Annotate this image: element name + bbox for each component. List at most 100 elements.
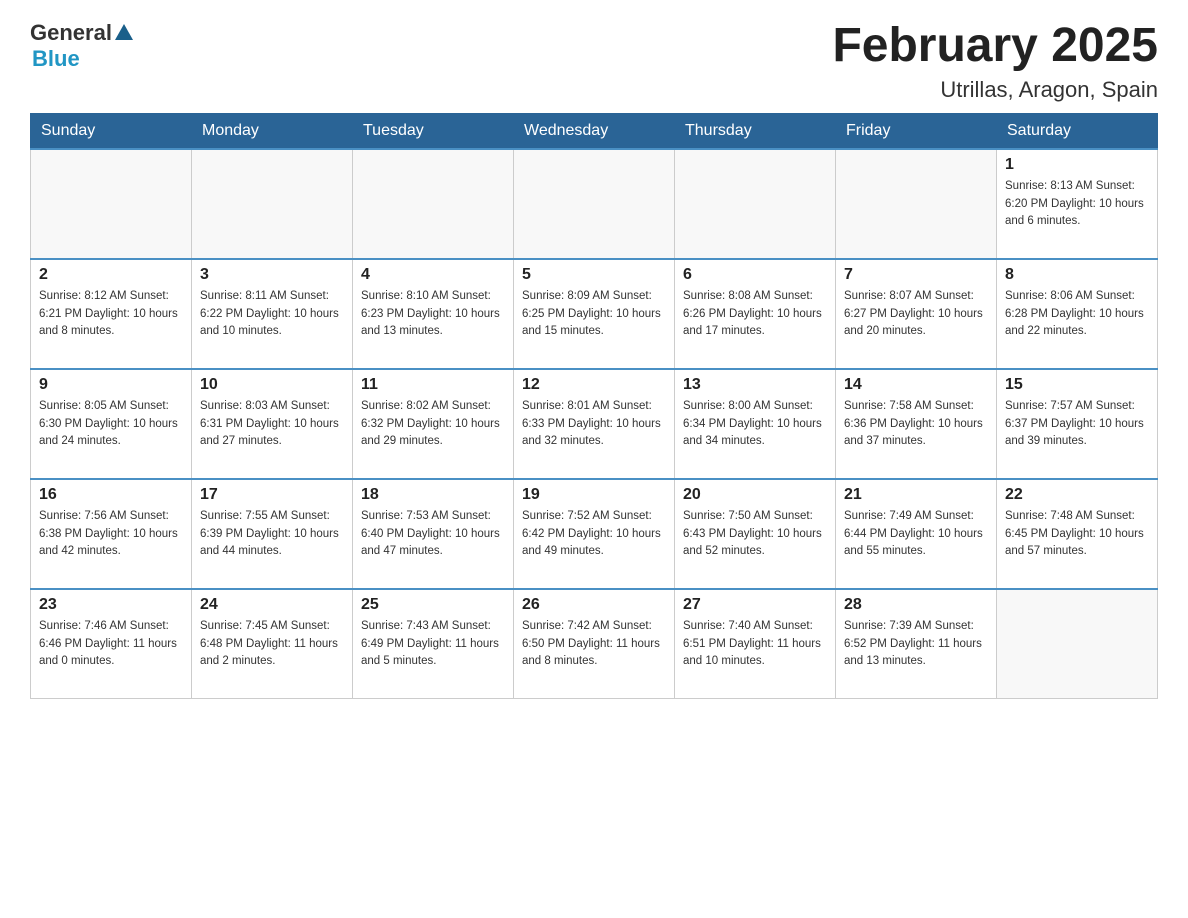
day-number: 24 xyxy=(200,596,344,614)
calendar-cell: 25 Sunrise: 7:43 AM Sunset: 6:49 PM Dayli… xyxy=(353,589,514,699)
calendar-cell: 2Sunrise: 8:12 AM Sunset: 6:21 PM Daylig… xyxy=(31,259,192,369)
calendar-cell: 27 Sunrise: 7:40 AM Sunset: 6:51 PM Dayli… xyxy=(675,589,836,699)
day-info: Sunrise: 8:02 AM Sunset: 6:32 PM Dayligh… xyxy=(361,398,505,451)
calendar-week-row: 16 Sunrise: 7:56 AM Sunset: 6:38 PM Dayli… xyxy=(31,479,1158,589)
day-info: Sunrise: 7:57 AM Sunset: 6:37 PM Dayligh… xyxy=(1005,398,1149,451)
logo-triangle-icon xyxy=(115,24,133,40)
calendar-week-row: 9 Sunrise: 8:05 AM Sunset: 6:30 PM Daylig… xyxy=(31,369,1158,479)
calendar-cell: 22 Sunrise: 7:48 AM Sunset: 6:45 PM Dayli… xyxy=(997,479,1158,589)
day-number: 15 xyxy=(1005,376,1149,394)
day-info: Sunrise: 7:50 AM Sunset: 6:43 PM Dayligh… xyxy=(683,508,827,561)
day-number: 1 xyxy=(1005,156,1149,174)
logo-general-text: General xyxy=(30,20,112,46)
logo-blue-text: Blue xyxy=(32,46,80,72)
day-info: Sunrise: 8:06 AM Sunset: 6:28 PM Dayligh… xyxy=(1005,288,1149,341)
day-number: 4 xyxy=(361,266,505,284)
weekday-header-tuesday: Tuesday xyxy=(353,113,514,149)
calendar-cell xyxy=(353,149,514,259)
location-title: Utrillas, Aragon, Spain xyxy=(832,77,1158,103)
day-number: 21 xyxy=(844,486,988,504)
day-number: 27 xyxy=(683,596,827,614)
day-number: 19 xyxy=(522,486,666,504)
calendar-table: SundayMondayTuesdayWednesdayThursdayFrid… xyxy=(30,113,1158,700)
day-info: Sunrise: 7:56 AM Sunset: 6:38 PM Dayligh… xyxy=(39,508,183,561)
weekday-header-saturday: Saturday xyxy=(997,113,1158,149)
weekday-header-wednesday: Wednesday xyxy=(514,113,675,149)
day-info: Sunrise: 8:12 AM Sunset: 6:21 PM Dayligh… xyxy=(39,288,183,341)
calendar-cell xyxy=(675,149,836,259)
day-info: Sunrise: 8:03 AM Sunset: 6:31 PM Dayligh… xyxy=(200,398,344,451)
calendar-cell: 5Sunrise: 8:09 AM Sunset: 6:25 PM Daylig… xyxy=(514,259,675,369)
day-info: Sunrise: 8:00 AM Sunset: 6:34 PM Dayligh… xyxy=(683,398,827,451)
day-number: 3 xyxy=(200,266,344,284)
calendar-week-row: 23 Sunrise: 7:46 AM Sunset: 6:46 PM Dayli… xyxy=(31,589,1158,699)
calendar-cell: 20 Sunrise: 7:50 AM Sunset: 6:43 PM Dayli… xyxy=(675,479,836,589)
weekday-header-monday: Monday xyxy=(192,113,353,149)
day-info: Sunrise: 8:08 AM Sunset: 6:26 PM Dayligh… xyxy=(683,288,827,341)
calendar-cell: 15 Sunrise: 7:57 AM Sunset: 6:37 PM Dayli… xyxy=(997,369,1158,479)
calendar-cell: 8Sunrise: 8:06 AM Sunset: 6:28 PM Daylig… xyxy=(997,259,1158,369)
day-info: Sunrise: 8:09 AM Sunset: 6:25 PM Dayligh… xyxy=(522,288,666,341)
weekday-header-row: SundayMondayTuesdayWednesdayThursdayFrid… xyxy=(31,113,1158,149)
weekday-header-thursday: Thursday xyxy=(675,113,836,149)
day-number: 16 xyxy=(39,486,183,504)
calendar-cell xyxy=(31,149,192,259)
day-number: 9 xyxy=(39,376,183,394)
calendar-cell xyxy=(514,149,675,259)
weekday-header-sunday: Sunday xyxy=(31,113,192,149)
calendar-cell: 1Sunrise: 8:13 AM Sunset: 6:20 PM Daylig… xyxy=(997,149,1158,259)
day-info: Sunrise: 7:52 AM Sunset: 6:42 PM Dayligh… xyxy=(522,508,666,561)
calendar-cell: 6 Sunrise: 8:08 AM Sunset: 6:26 PM Daylig… xyxy=(675,259,836,369)
day-number: 26 xyxy=(522,596,666,614)
day-info: Sunrise: 8:07 AM Sunset: 6:27 PM Dayligh… xyxy=(844,288,988,341)
day-info: Sunrise: 8:11 AM Sunset: 6:22 PM Dayligh… xyxy=(200,288,344,341)
day-info: Sunrise: 7:58 AM Sunset: 6:36 PM Dayligh… xyxy=(844,398,988,451)
calendar-cell: 28 Sunrise: 7:39 AM Sunset: 6:52 PM Dayli… xyxy=(836,589,997,699)
calendar-cell: 17Sunrise: 7:55 AM Sunset: 6:39 PM Dayli… xyxy=(192,479,353,589)
day-info: Sunrise: 7:39 AM Sunset: 6:52 PM Dayligh… xyxy=(844,618,988,671)
day-number: 11 xyxy=(361,376,505,394)
calendar-cell: 16 Sunrise: 7:56 AM Sunset: 6:38 PM Dayli… xyxy=(31,479,192,589)
day-info: Sunrise: 8:05 AM Sunset: 6:30 PM Dayligh… xyxy=(39,398,183,451)
calendar-cell: 13 Sunrise: 8:00 AM Sunset: 6:34 PM Dayli… xyxy=(675,369,836,479)
month-title: February 2025 xyxy=(832,20,1158,73)
day-number: 12 xyxy=(522,376,666,394)
day-info: Sunrise: 7:46 AM Sunset: 6:46 PM Dayligh… xyxy=(39,618,183,671)
calendar-cell: 9 Sunrise: 8:05 AM Sunset: 6:30 PM Daylig… xyxy=(31,369,192,479)
day-number: 22 xyxy=(1005,486,1149,504)
day-number: 14 xyxy=(844,376,988,394)
day-info: Sunrise: 7:43 AM Sunset: 6:49 PM Dayligh… xyxy=(361,618,505,671)
day-info: Sunrise: 7:42 AM Sunset: 6:50 PM Dayligh… xyxy=(522,618,666,671)
day-number: 6 xyxy=(683,266,827,284)
calendar-cell xyxy=(997,589,1158,699)
day-number: 13 xyxy=(683,376,827,394)
logo: General Blue xyxy=(30,20,133,72)
title-area: February 2025 Utrillas, Aragon, Spain xyxy=(832,20,1158,103)
calendar-week-row: 1Sunrise: 8:13 AM Sunset: 6:20 PM Daylig… xyxy=(31,149,1158,259)
page-header: General Blue February 2025 Utrillas, Ara… xyxy=(30,20,1158,103)
calendar-cell: 10 Sunrise: 8:03 AM Sunset: 6:31 PM Dayli… xyxy=(192,369,353,479)
day-info: Sunrise: 7:40 AM Sunset: 6:51 PM Dayligh… xyxy=(683,618,827,671)
calendar-cell: 11 Sunrise: 8:02 AM Sunset: 6:32 PM Dayli… xyxy=(353,369,514,479)
calendar-cell: 3 Sunrise: 8:11 AM Sunset: 6:22 PM Daylig… xyxy=(192,259,353,369)
weekday-header-friday: Friday xyxy=(836,113,997,149)
day-number: 20 xyxy=(683,486,827,504)
day-number: 18 xyxy=(361,486,505,504)
day-info: Sunrise: 8:10 AM Sunset: 6:23 PM Dayligh… xyxy=(361,288,505,341)
calendar-cell: 24 Sunrise: 7:45 AM Sunset: 6:48 PM Dayli… xyxy=(192,589,353,699)
day-info: Sunrise: 7:45 AM Sunset: 6:48 PM Dayligh… xyxy=(200,618,344,671)
calendar-cell xyxy=(192,149,353,259)
calendar-cell: 26 Sunrise: 7:42 AM Sunset: 6:50 PM Dayli… xyxy=(514,589,675,699)
day-info: Sunrise: 7:55 AM Sunset: 6:39 PM Dayligh… xyxy=(200,508,344,561)
day-info: Sunrise: 8:01 AM Sunset: 6:33 PM Dayligh… xyxy=(522,398,666,451)
day-number: 10 xyxy=(200,376,344,394)
day-info: Sunrise: 7:53 AM Sunset: 6:40 PM Dayligh… xyxy=(361,508,505,561)
day-number: 25 xyxy=(361,596,505,614)
day-number: 28 xyxy=(844,596,988,614)
day-number: 7 xyxy=(844,266,988,284)
calendar-cell xyxy=(836,149,997,259)
day-info: Sunrise: 7:48 AM Sunset: 6:45 PM Dayligh… xyxy=(1005,508,1149,561)
calendar-cell: 23 Sunrise: 7:46 AM Sunset: 6:46 PM Dayli… xyxy=(31,589,192,699)
calendar-cell: 21Sunrise: 7:49 AM Sunset: 6:44 PM Dayli… xyxy=(836,479,997,589)
day-number: 23 xyxy=(39,596,183,614)
